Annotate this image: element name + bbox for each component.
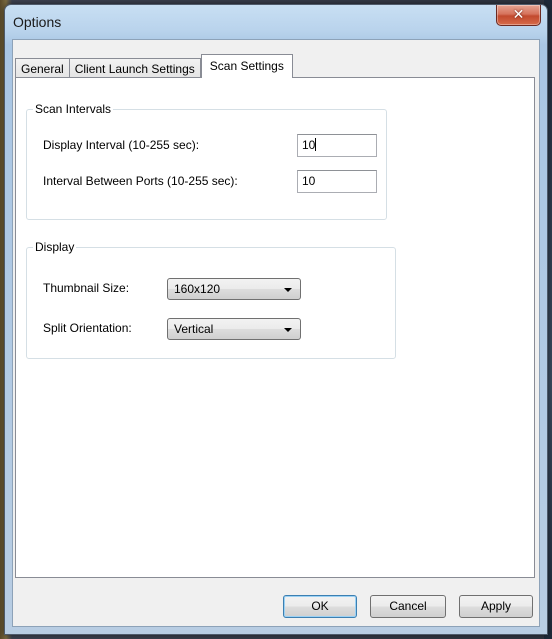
ok-button[interactable]: OK: [283, 595, 357, 618]
tab-scan-settings[interactable]: Scan Settings: [200, 54, 293, 78]
dialog-client-area: General Client Launch Settings Scan Sett…: [12, 39, 540, 627]
display-group-label: Display: [33, 240, 77, 254]
close-icon: ✕: [512, 7, 525, 23]
display-interval-label: Display Interval (10-255 sec):: [43, 138, 200, 152]
display-interval-input[interactable]: 10: [297, 134, 377, 157]
scan-settings-panel: Scan Intervals Display Interval (10-255 …: [15, 77, 535, 578]
port-interval-value: 10: [302, 174, 316, 188]
chevron-down-icon: [284, 328, 292, 332]
apply-button[interactable]: Apply: [459, 595, 533, 618]
window-title: Options: [13, 14, 62, 30]
tab-client-launch-settings[interactable]: Client Launch Settings: [68, 58, 201, 78]
thumbnail-size-label: Thumbnail Size:: [43, 281, 130, 295]
split-orientation-value: Vertical: [174, 322, 214, 336]
tab-strip: General Client Launch Settings Scan Sett…: [15, 54, 293, 78]
display-interval-value: 10: [302, 138, 316, 152]
display-group: Display Thumbnail Size: 160x120 Split Or…: [26, 240, 396, 359]
options-dialog: Options ✕ General Client Launch Settings…: [4, 4, 548, 635]
split-orientation-dropdown[interactable]: Vertical: [167, 318, 301, 340]
close-button[interactable]: ✕: [496, 5, 541, 26]
thumbnail-size-dropdown[interactable]: 160x120: [167, 278, 301, 300]
title-bar[interactable]: Options ✕: [5, 5, 547, 39]
text-cursor: [315, 138, 317, 151]
port-interval-label: Interval Between Ports (10-255 sec):: [43, 174, 238, 188]
cancel-button[interactable]: Cancel: [370, 595, 446, 618]
thumbnail-size-value: 160x120: [174, 282, 221, 296]
chevron-down-icon: [284, 288, 292, 292]
split-orientation-label: Split Orientation:: [43, 321, 132, 335]
port-interval-input[interactable]: 10: [297, 170, 377, 193]
scan-intervals-group: Scan Intervals Display Interval (10-255 …: [26, 102, 387, 220]
scan-intervals-group-label: Scan Intervals: [33, 102, 114, 116]
tab-general[interactable]: General: [15, 58, 70, 78]
